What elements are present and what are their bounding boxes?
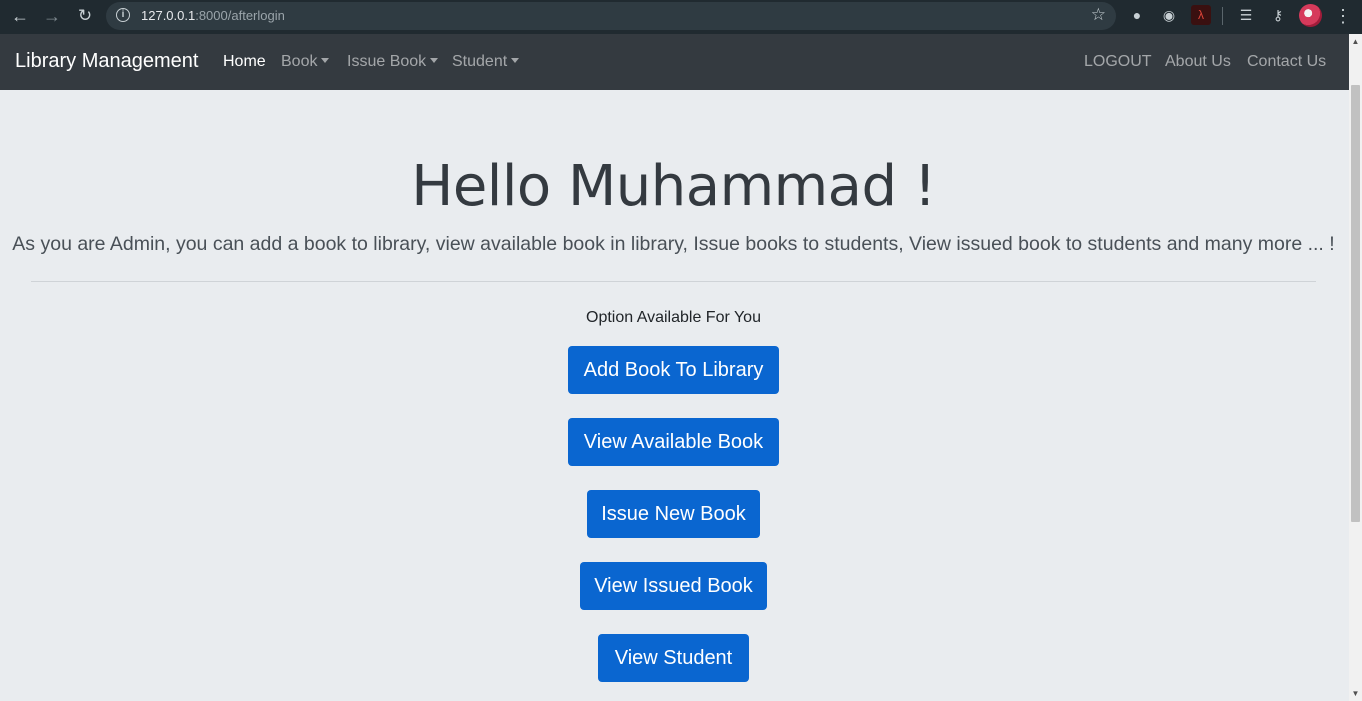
browser-toolbar: ← → ↻ i 127.0.0.1:8000/afterlogin ☆ ● ◉ … [0, 0, 1362, 34]
url-path: :8000/afterlogin [195, 8, 285, 23]
reload-icon[interactable]: ↻ [74, 5, 96, 27]
extension-colorful-icon[interactable]: ● [1127, 5, 1147, 25]
browser-menu-icon[interactable]: ⋮ [1334, 5, 1352, 27]
nav-student-dropdown[interactable]: Student [452, 53, 520, 71]
scroll-up-arrow-icon[interactable]: ▲ [1349, 34, 1362, 49]
pdf-extension-icon[interactable]: λ [1191, 5, 1211, 25]
nav-student-label: Student [452, 53, 508, 70]
scroll-down-arrow-icon[interactable]: ▼ [1349, 686, 1362, 701]
view-issued-book-button[interactable]: View Issued Book [580, 562, 767, 610]
scrollbar-thumb[interactable] [1351, 85, 1360, 522]
back-arrow-icon[interactable]: ← [9, 5, 31, 27]
view-available-book-button[interactable]: View Available Book [568, 418, 779, 466]
toolbar-separator [1222, 7, 1223, 25]
view-student-button[interactable]: View Student [598, 634, 749, 682]
address-url[interactable]: 127.0.0.1:8000/afterlogin [141, 8, 285, 23]
greeting-heading: Hello Muhammad ! [411, 154, 936, 219]
address-bar[interactable]: i 127.0.0.1:8000/afterlogin ☆ [106, 2, 1116, 30]
divider [31, 281, 1316, 282]
nav-book-label: Book [281, 53, 318, 70]
media-playlist-icon[interactable]: ☰ [1236, 5, 1256, 25]
page-scrollbar[interactable]: ▲ ▼ [1349, 34, 1362, 701]
caret-down-icon [511, 58, 520, 63]
nav-logout[interactable]: LOGOUT [1084, 53, 1152, 71]
navbar-brand[interactable]: Library Management [15, 50, 198, 73]
key-icon[interactable]: ⚷ [1268, 5, 1288, 25]
jumbotron: Hello Muhammad ! As you are Admin, you c… [0, 90, 1349, 701]
bookmark-star-icon[interactable]: ☆ [1091, 5, 1106, 25]
nav-issue-book-dropdown[interactable]: Issue Book [347, 53, 439, 71]
nav-home[interactable]: Home [223, 53, 266, 71]
globe-icon[interactable]: ◉ [1159, 5, 1179, 25]
nav-book-dropdown[interactable]: Book [281, 53, 330, 71]
nav-issue-book-label: Issue Book [347, 53, 427, 70]
add-book-button[interactable]: Add Book To Library [568, 346, 779, 394]
nav-about-us[interactable]: About Us [1165, 53, 1231, 71]
site-info-icon[interactable]: i [116, 8, 130, 22]
profile-avatar[interactable] [1299, 4, 1322, 27]
issue-new-book-button[interactable]: Issue New Book [587, 490, 760, 538]
nav-home-label: Home [223, 53, 266, 70]
caret-down-icon [430, 58, 439, 63]
nav-contact-us[interactable]: Contact Us [1247, 53, 1326, 71]
options-label: Option Available For You [586, 309, 761, 326]
main-navbar: Library Management Home Book Issue Book … [0, 34, 1349, 90]
url-host: 127.0.0.1 [141, 8, 196, 23]
forward-arrow-icon[interactable]: → [41, 5, 63, 27]
caret-down-icon [321, 58, 330, 63]
admin-description: As you are Admin, you can add a book to … [12, 233, 1335, 255]
